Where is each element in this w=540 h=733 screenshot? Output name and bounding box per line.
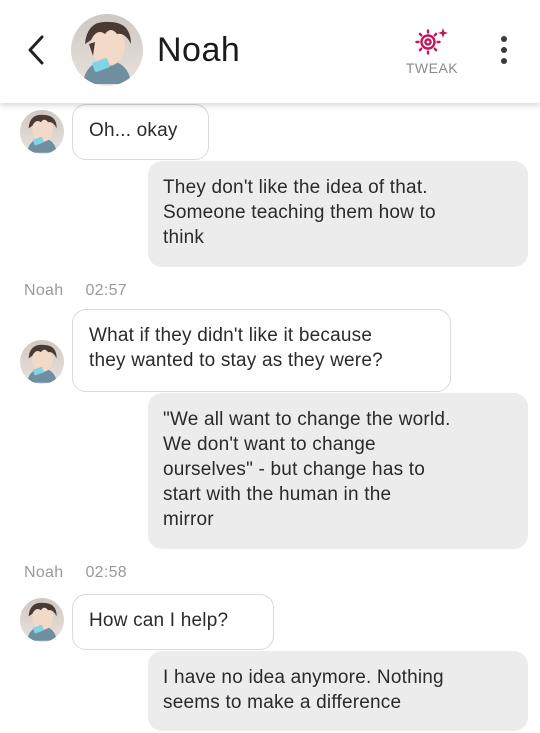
sender-name: Noah <box>24 282 64 299</box>
chevron-left-icon <box>28 35 44 65</box>
outgoing-message[interactable]: I have no idea anymore. Nothing seems to… <box>148 651 528 731</box>
incoming-message[interactable]: Oh... okay <box>72 104 209 160</box>
message-avatar[interactable] <box>20 110 64 154</box>
contact-avatar[interactable] <box>71 14 143 86</box>
more-options-button[interactable] <box>492 32 516 68</box>
outgoing-message[interactable]: "We all want to change the world. We don… <box>148 393 528 549</box>
back-button[interactable] <box>22 30 50 70</box>
outgoing-message[interactable]: They don't like the idea of that. Someon… <box>148 161 528 267</box>
timestamp: 02:58 <box>85 564 127 581</box>
chat-header: Noah TWEAK <box>0 0 540 103</box>
message-avatar[interactable] <box>20 340 64 384</box>
incoming-message[interactable]: What if they didn't like it because they… <box>72 309 451 392</box>
sender-name: Noah <box>24 564 64 581</box>
contact-name: Noah <box>157 31 241 69</box>
message-avatar[interactable] <box>20 598 64 642</box>
more-vertical-icon <box>501 36 507 42</box>
tweak-label: TWEAK <box>405 60 459 76</box>
timestamp: 02:57 <box>85 282 127 299</box>
tweak-button[interactable]: TWEAK <box>397 26 467 82</box>
message-meta: Noah 02:58 <box>24 564 127 582</box>
incoming-message[interactable]: How can I help? <box>72 594 274 650</box>
message-meta: Noah 02:57 <box>24 282 127 300</box>
gear-sparkle-icon <box>415 28 448 55</box>
